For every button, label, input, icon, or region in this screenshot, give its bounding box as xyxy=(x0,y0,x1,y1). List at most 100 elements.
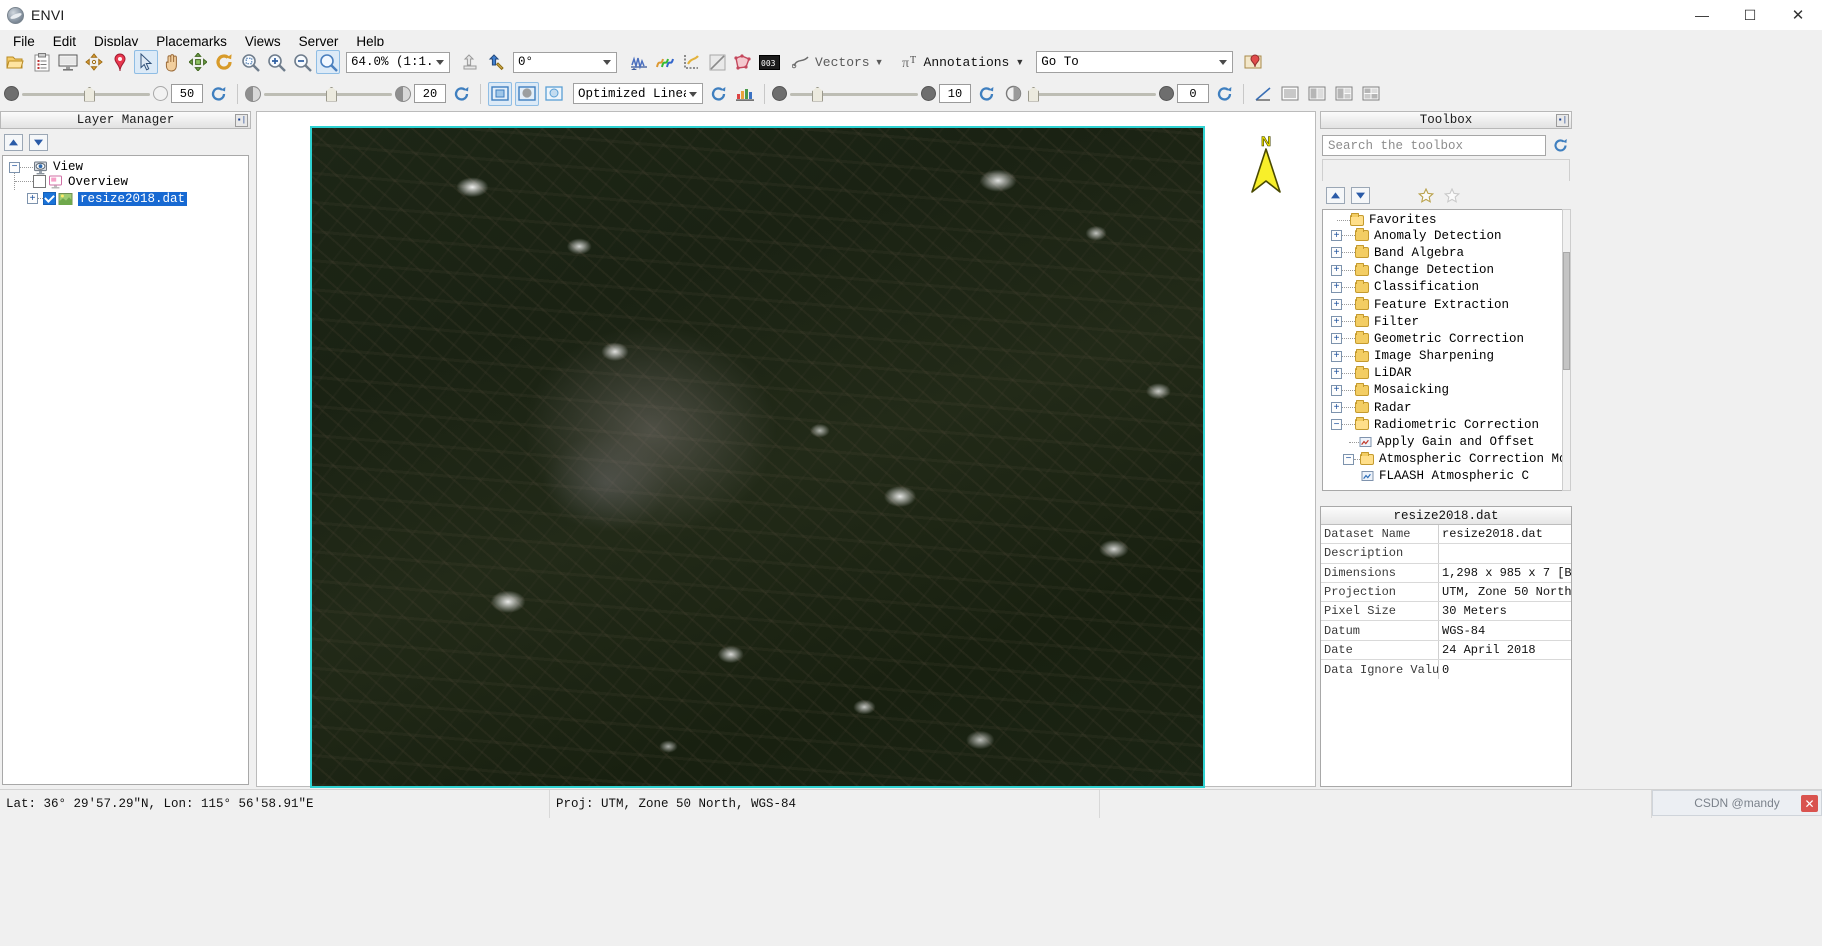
reset-transparency-icon[interactable] xyxy=(1212,82,1236,106)
toolbox-expander[interactable]: + xyxy=(1331,247,1342,259)
transparency-value[interactable]: 0 xyxy=(1177,84,1209,103)
metadata-row-datum[interactable]: Datum WGS-84 xyxy=(1321,621,1571,641)
portal-view-icon[interactable] xyxy=(488,81,512,106)
next-view-icon[interactable] xyxy=(484,50,508,74)
toolbox-item-geometric-correction[interactable]: + Geometric Correction xyxy=(1323,330,1569,347)
pixel-value-icon[interactable]: 003 xyxy=(757,50,781,74)
refresh-icon[interactable] xyxy=(1550,135,1570,156)
reset-brightness-icon[interactable] xyxy=(206,82,230,106)
toolbox-expander[interactable]: + xyxy=(1331,316,1342,328)
collapse-all-icon[interactable] xyxy=(1326,186,1345,204)
toolbox-item-radar[interactable]: + Radar xyxy=(1323,399,1569,416)
toolbox-item-flaash[interactable]: FLAASH Atmospheric C xyxy=(1323,468,1569,485)
toolbox-item-lidar[interactable]: + LiDAR xyxy=(1323,365,1569,382)
contrast-slider[interactable] xyxy=(264,84,392,104)
layer-tree[interactable]: − View Overview + resize2018.dat xyxy=(2,155,249,785)
layer-tree-item-overview[interactable]: Overview xyxy=(3,173,248,190)
stretch-type-combo[interactable]: Optimized Linear xyxy=(573,83,703,104)
zoom-to-selection-icon[interactable] xyxy=(316,50,340,74)
remove-favorite-icon[interactable] xyxy=(1442,186,1462,204)
toolbox-expander[interactable]: + xyxy=(1331,299,1342,311)
toolbox-item-image-sharpening[interactable]: + Image Sharpening xyxy=(1323,348,1569,365)
zoom-level-combo[interactable]: 64.0% (1:1.6) xyxy=(346,51,450,73)
brightness-slider[interactable] xyxy=(22,84,150,104)
open-file-icon[interactable] xyxy=(4,50,28,74)
sharpen-value[interactable]: 10 xyxy=(939,84,971,103)
metadata-row-date[interactable]: Date 24 April 2018 xyxy=(1321,640,1571,661)
toolbox-item-anomaly-detection[interactable]: + Anomaly Detection xyxy=(1323,227,1569,244)
expand-all-icon[interactable] xyxy=(1351,186,1370,204)
toolbox-item-atmospheric-correction-module[interactable]: − Atmospheric Correction Mo xyxy=(1323,451,1569,468)
close-icon[interactable]: ✕ xyxy=(1801,795,1818,812)
toolbox-scrollbar[interactable] xyxy=(1562,209,1571,491)
brightness-value[interactable]: 50 xyxy=(171,84,203,103)
display-window-icon[interactable] xyxy=(56,50,80,74)
goto-input[interactable]: Go To xyxy=(1036,51,1234,73)
vectors-menu-label[interactable]: Vectors xyxy=(815,55,870,70)
toolbox-expander[interactable]: + xyxy=(1331,384,1342,396)
two-view-icon[interactable] xyxy=(1305,82,1329,106)
zoom-to-extent-icon[interactable] xyxy=(238,50,262,74)
blend-view-icon[interactable] xyxy=(515,81,539,106)
metadata-row-projection[interactable]: Projection UTM, Zone 50 North xyxy=(1321,582,1571,603)
metadata-row-data-ignore-value[interactable]: Data Ignore Value 0 xyxy=(1321,660,1571,680)
annotation-icon[interactable]: πT xyxy=(898,50,922,74)
close-button[interactable]: ✕ xyxy=(1774,0,1822,30)
layer-tree-item-view[interactable]: − View xyxy=(3,156,248,174)
flicker-view-icon[interactable] xyxy=(542,82,566,106)
contrast-value[interactable]: 20 xyxy=(414,84,446,103)
clipboard-icon[interactable] xyxy=(30,50,54,74)
zoom-in-icon[interactable] xyxy=(264,50,288,74)
sharpen-slider-thumb[interactable] xyxy=(812,86,823,102)
toolbox-item-radiometric-correction[interactable]: − Radiometric Correction xyxy=(1323,416,1569,433)
toolbox-item-classification[interactable]: + Classification xyxy=(1323,279,1569,296)
goto-marker-icon[interactable] xyxy=(1241,50,1265,74)
sharpen-slider[interactable] xyxy=(790,84,918,104)
single-view-icon[interactable] xyxy=(1278,82,1302,106)
move-down-icon[interactable] xyxy=(29,134,48,151)
pin-icon[interactable]: ▪| xyxy=(1556,114,1569,127)
toolbox-item-band-algebra[interactable]: + Band Algebra xyxy=(1323,244,1569,261)
fly-move-icon[interactable] xyxy=(186,50,210,74)
transect-icon[interactable] xyxy=(705,50,729,74)
toolbox-item-mosaicking[interactable]: + Mosaicking xyxy=(1323,382,1569,399)
toolbox-item-apply-gain-and-offset[interactable]: Apply Gain and Offset xyxy=(1323,433,1569,450)
transparency-slider-thumb[interactable] xyxy=(1028,86,1039,102)
chart-tool-icon[interactable] xyxy=(1251,82,1275,106)
vector-icon[interactable] xyxy=(789,50,813,74)
toolbox-expander[interactable]: + xyxy=(1331,264,1342,276)
histogram-icon[interactable] xyxy=(733,82,757,106)
toolbox-scrollbar-thumb[interactable] xyxy=(1563,252,1570,370)
three-view-icon[interactable] xyxy=(1332,82,1356,106)
toolbox-expander[interactable]: − xyxy=(1331,419,1342,431)
select-pointer-icon[interactable] xyxy=(134,50,158,74)
previous-view-icon[interactable] xyxy=(458,50,482,74)
contrast-slider-thumb[interactable] xyxy=(326,86,337,102)
toolbox-expander[interactable]: + xyxy=(1331,281,1342,293)
spectral-profile-icon[interactable] xyxy=(627,50,651,74)
maximize-button[interactable]: ☐ xyxy=(1726,0,1774,30)
reset-sharpen-icon[interactable] xyxy=(974,82,998,106)
scatter-plot-icon[interactable] xyxy=(679,50,703,74)
region-of-interest-icon[interactable] xyxy=(731,50,755,74)
annotations-menu-label[interactable]: Annotations xyxy=(924,55,1010,70)
toolbox-item-change-detection[interactable]: + Change Detection xyxy=(1323,262,1569,279)
metadata-row-dimensions[interactable]: Dimensions 1,298 x 985 x 7 [BSQ xyxy=(1321,563,1571,583)
multi-spectral-profile-icon[interactable] xyxy=(653,50,677,74)
add-favorite-icon[interactable] xyxy=(1416,186,1436,204)
placemark-pin-icon[interactable] xyxy=(108,50,132,74)
metadata-row-description[interactable]: Description xyxy=(1321,544,1571,564)
toolbox-expander[interactable]: + xyxy=(1331,230,1342,242)
toolbox-item-filter[interactable]: + Filter xyxy=(1323,313,1569,330)
minimize-button[interactable]: — xyxy=(1678,0,1726,30)
image-view-area[interactable]: N xyxy=(256,111,1316,788)
vectors-chevron-down-icon[interactable]: ▼ xyxy=(875,57,884,67)
move-up-icon[interactable] xyxy=(4,134,23,151)
reset-stretch-icon[interactable] xyxy=(706,82,730,106)
toolbox-item-favorites[interactable]: Favorites xyxy=(1323,210,1569,227)
resize2018-expander[interactable]: + xyxy=(27,193,38,204)
transparency-slider[interactable] xyxy=(1028,84,1156,104)
crosshair-move-icon[interactable] xyxy=(82,50,106,74)
zoom-out-icon[interactable] xyxy=(290,50,314,74)
four-view-icon[interactable] xyxy=(1359,82,1383,106)
